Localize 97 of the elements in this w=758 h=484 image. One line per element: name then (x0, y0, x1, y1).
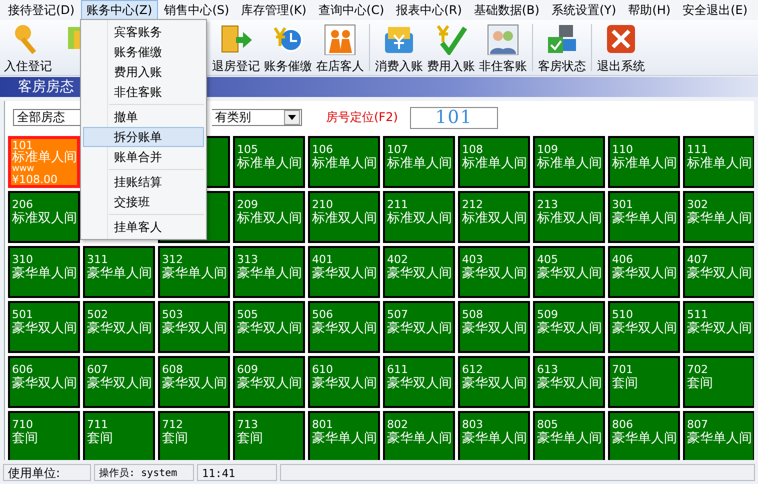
menu-item[interactable]: 拆分账单 (83, 127, 204, 147)
room-number-field[interactable]: 101 (410, 106, 498, 128)
room-tile[interactable]: 206 标准双人间 (8, 191, 80, 243)
room-tile[interactable]: 402 豪华双人间 (383, 246, 455, 298)
room-tile[interactable]: 807 豪华单人间 (683, 411, 754, 460)
room-tile[interactable]: 212 标准双人间 (458, 191, 530, 243)
room-tile[interactable]: 213 标准双人间 (533, 191, 605, 243)
room-tile[interactable]: 302 豪华单人间 (683, 191, 754, 243)
menu-item[interactable]: 费用入账 (83, 62, 204, 82)
menu-item[interactable]: 挂账结算 (83, 172, 204, 192)
toolbar-button[interactable]: 入住登记 (2, 20, 54, 75)
door-arrow-icon (219, 23, 253, 55)
room-tile[interactable]: 401 豪华双人间 (308, 246, 380, 298)
time-label: 11:41 (197, 464, 277, 480)
room-tile[interactable]: 502 豪华双人间 (83, 301, 155, 353)
menu-item[interactable]: 交接班 (83, 192, 204, 212)
room-tile[interactable]: 503 豪华双人间 (158, 301, 230, 353)
menu-item[interactable]: 销售中心(S) (158, 0, 236, 20)
room-tile[interactable]: 506 豪华双人间 (308, 301, 380, 353)
menu-item[interactable]: 基础数据(B) (468, 0, 546, 20)
operator-label: 操作员: system (94, 464, 194, 480)
room-tile[interactable]: 501 豪华双人间 (8, 301, 80, 353)
menu-item[interactable]: 非住客账 (83, 82, 204, 102)
toolbar-button[interactable]: 非住客账 (477, 20, 529, 75)
room-tile[interactable]: 313 豪华单人间 (233, 246, 305, 298)
people-icon (323, 23, 357, 55)
dropdown-arrow-icon (288, 115, 296, 120)
room-tile[interactable]: 312 豪华单人间 (158, 246, 230, 298)
room-tile[interactable]: 511 豪华双人间 (683, 301, 754, 353)
room-tile[interactable]: 712 套间 (158, 411, 230, 460)
room-tile[interactable]: 608 豪华双人间 (158, 356, 230, 408)
room-tile[interactable]: 606 豪华双人间 (8, 356, 80, 408)
room-tile[interactable]: 301 豪华单人间 (608, 191, 680, 243)
room-locate-label: 房号定位(F2) (326, 109, 398, 126)
room-type-dropdown[interactable]: 有类别 (212, 109, 302, 126)
room-tile[interactable]: 110 标准单人间 (608, 136, 680, 188)
checkbox-panel-icon (545, 23, 579, 55)
room-tile[interactable]: 209 标准双人间 (233, 191, 305, 243)
toolbar-button[interactable]: 退房登记 (210, 20, 262, 75)
toolbar-button[interactable]: 费用入账 (425, 20, 477, 75)
room-tile[interactable]: 211 标准双人间 (383, 191, 455, 243)
room-tile[interactable]: 111 标准单人间 (683, 136, 754, 188)
room-tile[interactable]: 311 豪华单人间 (83, 246, 155, 298)
room-tile[interactable]: 711 套间 (83, 411, 155, 460)
room-tile[interactable]: 105 标准单人间 (233, 136, 305, 188)
room-tile[interactable]: 610 豪华双人间 (308, 356, 380, 408)
menu-item[interactable]: 账单合并 (83, 147, 204, 167)
menu-item[interactable]: 安全退出(E) (676, 0, 754, 20)
room-tile[interactable]: 508 豪华双人间 (458, 301, 530, 353)
panel-title: 客房房态 (17, 78, 74, 97)
room-tile[interactable]: 210 标准双人间 (308, 191, 380, 243)
room-tile[interactable]: 609 豪华双人间 (233, 356, 305, 408)
menu-item[interactable]: 宾客账务 (83, 22, 204, 42)
unit-label: 使用单位: (3, 464, 91, 480)
menu-item[interactable]: 账务催缴 (83, 42, 204, 62)
menu-item[interactable]: 接待登记(D) (2, 0, 81, 20)
menu-item[interactable]: 报表中心(R) (390, 0, 468, 20)
room-tile[interactable]: 509 豪华双人间 (533, 301, 605, 353)
room-tile[interactable]: 802 豪华单人间 (383, 411, 455, 460)
room-tile[interactable]: 406 豪华双人间 (608, 246, 680, 298)
room-tile[interactable]: 109 标准单人间 (533, 136, 605, 188)
menu-item[interactable]: 帮助(H) (622, 0, 677, 20)
menu-item[interactable]: 系统设置(Y) (545, 0, 622, 20)
room-tile[interactable]: 106 标准单人间 (308, 136, 380, 188)
toolbar-button[interactable]: 账务催缴 (262, 20, 314, 75)
room-tile[interactable]: 613 豪华双人间 (533, 356, 605, 408)
room-tile[interactable]: 713 套间 (233, 411, 305, 460)
room-tile[interactable]: 507 豪华双人间 (383, 301, 455, 353)
checkmark-icon (434, 23, 468, 55)
room-tile[interactable]: 710 套间 (8, 411, 80, 460)
two-people-icon (486, 23, 520, 55)
close-icon (604, 23, 638, 55)
room-tile[interactable]: 405 豪华双人间 (533, 246, 605, 298)
room-tile[interactable]: 701 套间 (608, 356, 680, 408)
toolbar-button[interactable]: 客房状态 (536, 20, 588, 75)
room-tile[interactable]: 108 标准单人间 (458, 136, 530, 188)
room-tile[interactable]: 407 豪华双人间 (683, 246, 754, 298)
room-tile[interactable]: 310 豪华单人间 (8, 246, 80, 298)
menu-item[interactable]: 查询中心(C) (312, 0, 390, 20)
room-tile[interactable]: 806 豪华单人间 (608, 411, 680, 460)
room-tile[interactable]: 702 套间 (683, 356, 754, 408)
menu-item[interactable]: 库存管理(K) (235, 0, 312, 20)
toolbar-button[interactable]: 消费入账 (373, 20, 425, 75)
room-tile[interactable]: 510 豪华双人间 (608, 301, 680, 353)
room-tile[interactable]: 107 标准单人间 (383, 136, 455, 188)
room-tile[interactable]: 801 豪华单人间 (308, 411, 380, 460)
toolbar-button[interactable]: 在店客人 (314, 20, 366, 75)
room-tile[interactable]: 607 豪华双人间 (83, 356, 155, 408)
toolbar-button[interactable]: 退出系统 (595, 20, 647, 75)
room-tile[interactable]: 803 豪华单人间 (458, 411, 530, 460)
menu-item[interactable]: 账务中心(Z) (80, 0, 158, 20)
menu-item[interactable]: 挂单客人 (83, 217, 204, 237)
room-tile[interactable]: 611 豪华双人间 (383, 356, 455, 408)
room-tile[interactable]: 505 豪华双人间 (233, 301, 305, 353)
room-tile[interactable]: 612 豪华双人间 (458, 356, 530, 408)
room-tile[interactable]: 805 豪华单人间 (533, 411, 605, 460)
room-tile[interactable]: 403 豪华双人间 (458, 246, 530, 298)
